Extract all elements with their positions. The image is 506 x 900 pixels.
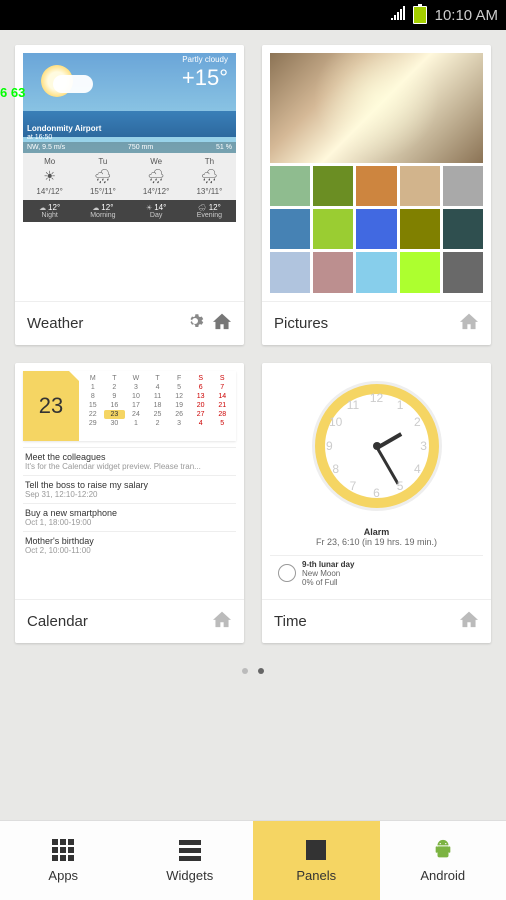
weather-wind: NW, 9.5 m/s	[27, 144, 65, 151]
analog-clock: 121234567891011	[312, 381, 442, 511]
pager	[0, 658, 506, 690]
weather-card[interactable]: Partly cloudy +15° Londonmity Airport at…	[15, 45, 244, 345]
tab-apps[interactable]: Apps	[0, 821, 127, 900]
alarm-time: Fr 23, 6:10 (in 19 hrs. 19 min.)	[270, 537, 483, 547]
weather-pressure: 750 mm	[128, 144, 153, 151]
status-time: 10:10 AM	[435, 7, 498, 24]
signal-icon	[391, 6, 407, 24]
alarm-label: Alarm	[270, 527, 483, 537]
pager-dot[interactable]	[258, 668, 264, 674]
picture-thumb[interactable]	[400, 166, 440, 206]
weather-humidity: 51 %	[216, 144, 232, 151]
moon-icon	[278, 564, 296, 582]
weather-forecast: Mo☀14°/12°Tu🌧15°/11°We🌧14°/12°Th🌧13°/11°	[23, 153, 236, 200]
tab-label: Apps	[48, 868, 78, 883]
picture-thumb[interactable]	[443, 252, 483, 292]
tab-widgets[interactable]: Widgets	[127, 821, 254, 900]
calendar-event[interactable]: Buy a new smartphoneOct 1, 18:00-19:00	[23, 503, 236, 531]
grid-icon	[51, 838, 75, 862]
time-card[interactable]: 121234567891011 Alarm Fr 23, 6:10 (in 19…	[262, 363, 491, 643]
weather-condition: Partly cloudy	[182, 55, 228, 64]
picture-thumb[interactable]	[356, 252, 396, 292]
tab-label: Android	[420, 868, 465, 883]
weather-title: Weather	[27, 315, 83, 332]
rows-icon	[178, 838, 202, 862]
picture-thumb[interactable]	[443, 209, 483, 249]
picture-thumb[interactable]	[313, 252, 353, 292]
pictures-main	[270, 53, 483, 163]
lunar-phase: New Moon	[302, 569, 354, 578]
picture-thumb[interactable]	[313, 166, 353, 206]
home-icon[interactable]	[212, 312, 232, 335]
tab-panels[interactable]: Panels	[253, 821, 380, 900]
status-bar: 10:10 AM	[0, 0, 506, 30]
picture-thumb[interactable]	[313, 209, 353, 249]
calendar-event[interactable]: Tell the boss to raise my salarySep 31, …	[23, 475, 236, 503]
picture-thumb[interactable]	[400, 252, 440, 292]
weather-location: Londonmity Airport	[27, 124, 101, 133]
home-icon[interactable]	[459, 312, 479, 335]
calendar-event[interactable]: Meet the colleaguesIt's for the Calendar…	[23, 447, 236, 475]
time-title: Time	[274, 613, 307, 630]
calendar-today: 23	[23, 371, 79, 441]
square-icon	[304, 838, 328, 862]
calendar-table: MTWTFSS123456789101112131415161718192021…	[79, 371, 236, 441]
android-icon	[431, 838, 455, 862]
calendar-title: Calendar	[27, 613, 88, 630]
weather-temp: +15°	[182, 65, 228, 91]
pager-dot[interactable]	[242, 668, 248, 674]
pictures-card[interactable]: Pictures	[262, 45, 491, 345]
battery-icon	[413, 6, 427, 24]
calendar-event[interactable]: Mother's birthdayOct 2, 10:00-11:00	[23, 531, 236, 559]
home-icon[interactable]	[459, 610, 479, 633]
lunar-title: 9-th lunar day	[302, 560, 354, 569]
picture-thumb[interactable]	[270, 252, 310, 292]
weather-timeofday: ☁ 12°Night☁ 12°Morning☀ 14°Day🌧 12°Eveni…	[23, 200, 236, 222]
panels-grid: Partly cloudy +15° Londonmity Airport at…	[0, 30, 506, 658]
weather-location-time: at 16:50	[27, 134, 52, 141]
tab-label: Panels	[296, 868, 336, 883]
picture-thumb[interactable]	[443, 166, 483, 206]
weather-hero: Partly cloudy +15° Londonmity Airport at…	[23, 53, 236, 153]
calendar-events: Meet the colleaguesIt's for the Calendar…	[23, 447, 236, 559]
picture-thumb[interactable]	[356, 166, 396, 206]
tab-label: Widgets	[166, 868, 213, 883]
picture-thumb[interactable]	[400, 209, 440, 249]
gear-icon[interactable]	[186, 312, 204, 335]
debug-overlay: 6 63	[0, 85, 25, 100]
pictures-title: Pictures	[274, 315, 328, 332]
picture-thumb[interactable]	[270, 209, 310, 249]
picture-thumb[interactable]	[270, 166, 310, 206]
lunar-pct: 0% of Full	[302, 578, 354, 587]
picture-thumb[interactable]	[356, 209, 396, 249]
calendar-card[interactable]: 23 MTWTFSS123456789101112131415161718192…	[15, 363, 244, 643]
tab-android[interactable]: Android	[380, 821, 506, 900]
home-icon[interactable]	[212, 610, 232, 633]
tab-bar: Apps Widgets Panels Android	[0, 820, 506, 900]
pictures-grid	[270, 166, 483, 293]
